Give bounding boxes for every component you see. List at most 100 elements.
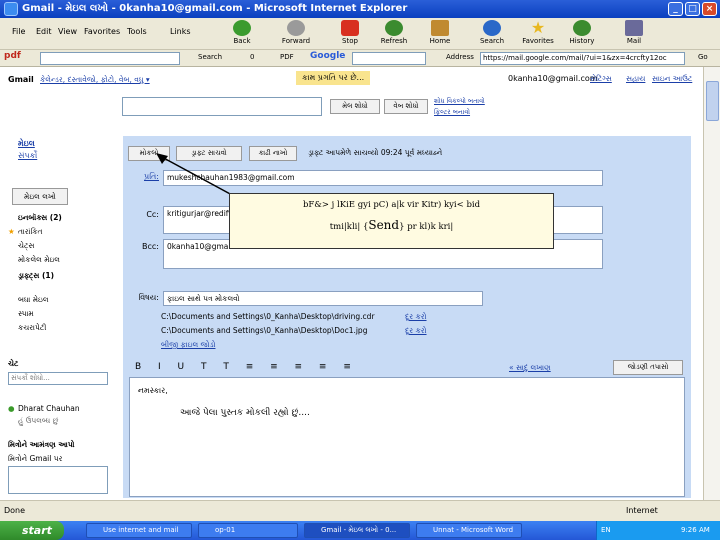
home-button[interactable]: Home	[416, 18, 464, 50]
cc-label: Cc:	[146, 210, 159, 219]
account-email: 0kanha10@gmail.com	[508, 74, 598, 83]
search-options-link[interactable]: શોધ વિકલ્પો બતાવો	[434, 97, 485, 106]
remove-attachment-link[interactable]: દૂર કરો	[405, 312, 427, 322]
chat-contact-name[interactable]: Dharat Chauhan	[18, 404, 80, 413]
loading-indicator: કામ પ્રગતિ પર છે...	[296, 71, 371, 85]
stop-icon	[341, 20, 359, 36]
menu-links[interactable]: Links	[170, 27, 191, 36]
subject-label: વિષય:	[138, 293, 159, 302]
format-toolbar[interactable]: B I U T T ≡ ≡ ≡ ≡ ≡	[135, 362, 358, 372]
pdf-search-input[interactable]	[40, 52, 180, 65]
scrollbar-thumb[interactable]	[706, 81, 719, 121]
address-input[interactable]: https://mail.google.com/mail/?ui=1&zx=4c…	[480, 52, 685, 65]
search-button[interactable]: Search	[468, 18, 516, 50]
folder-inbox[interactable]: ઇનબૉક્સ (2)	[18, 213, 62, 223]
start-button[interactable]: start	[0, 521, 64, 540]
history-button[interactable]: History	[558, 18, 606, 50]
attachment-path: C:\Documents and Settings\0_Kanha\Deskto…	[161, 312, 375, 321]
minimize-button[interactable]: _	[668, 2, 683, 16]
folder-chats[interactable]: ચેટ્સ	[18, 241, 34, 251]
settings-link[interactable]: સેટિંગ્સ	[590, 74, 612, 84]
clock: 9:26 AM	[681, 526, 710, 534]
taskbar-item[interactable]: Gmail - મેઇલ લખો - 0...	[304, 523, 410, 538]
top-nav-links[interactable]: કેલેન્ડર, દસ્તાવેજો, ફોટો, વેબ, વધુ ▾	[40, 75, 150, 85]
go-button[interactable]: Go	[698, 53, 708, 61]
attach-another-file-link[interactable]: બીજી ફાઇલ જોડો	[161, 340, 215, 350]
taskbar-item[interactable]: op-01	[198, 523, 298, 538]
window-titlebar: Gmail - મેઇલ લખો - 0kanha10@gmail.com - …	[0, 0, 720, 18]
chat-search-input[interactable]: સંપર્કો શોધો...	[8, 372, 108, 385]
chat-contact-status: હું ઉપલબ્ધ છું	[18, 416, 59, 425]
compose-mail-button[interactable]: મેઇલ લખો	[12, 188, 68, 205]
chat-title: ચેટ	[8, 359, 19, 368]
search-web-button[interactable]: વેબ શોધો	[384, 99, 428, 114]
plain-text-link[interactable]: « સાદું લખાણ	[509, 363, 551, 373]
windows-taskbar: start Use internet and mail op-01 Gmail …	[0, 521, 720, 540]
mail-icon	[625, 20, 643, 36]
favorites-button[interactable]: ★ Favorites	[514, 18, 562, 50]
subject-field[interactable]: ફાઇલ સાથે પત્ર મોકલવો	[163, 291, 483, 306]
favorites-star-icon: ★	[530, 18, 546, 37]
pdf-search-button[interactable]: Search	[198, 53, 222, 61]
refresh-button[interactable]: Refresh	[370, 18, 418, 50]
maximize-button[interactable]: □	[685, 2, 700, 16]
body-text: આજે પેલા પુસ્તક મોકલી રહ્યો છું....	[180, 408, 310, 418]
gmail-brand: Gmail	[8, 75, 34, 84]
folder-spam[interactable]: સ્પામ	[18, 309, 34, 319]
mail-search-input[interactable]	[122, 97, 322, 116]
star-icon: ★	[8, 227, 15, 236]
mail-button[interactable]: Mail	[610, 18, 658, 50]
language-indicator[interactable]: EN	[601, 526, 611, 534]
callout-line2: tmi|kli| {Send} pr kl)k kri|	[329, 218, 454, 232]
draft-autosave-info: ડ્રાફ્ટ આપમેળે સાચવ્યો 09:24 પૂર્વ મધ્યા…	[308, 148, 443, 157]
message-body-editor[interactable]: નમસ્કાર, આજે પેલા પુસ્તક મોકલી રહ્યો છું…	[129, 377, 685, 497]
folder-trash[interactable]: કચરાપેટી	[18, 323, 46, 333]
folder-drafts[interactable]: ડ્રાફ્ટ્સ (1)	[18, 271, 54, 281]
discard-button[interactable]: કાઢી નાખો	[249, 146, 297, 161]
create-filter-link[interactable]: ફિલ્ટર બનાવો	[434, 108, 470, 117]
bcc-label: Bcc:	[142, 242, 159, 251]
sidebar-mail-link[interactable]: મેઇલ	[18, 139, 35, 149]
folder-sent[interactable]: મોકલેલ મેઇલ	[18, 255, 60, 265]
sidebar-contacts-link[interactable]: સંપર્કો	[18, 151, 37, 161]
body-greeting: નમસ્કાર,	[138, 386, 168, 395]
folder-starred[interactable]: તારાંકિત	[18, 227, 43, 237]
remove-attachment-link[interactable]: દૂર કરો	[405, 326, 427, 336]
history-icon	[573, 20, 591, 36]
menu-file[interactable]: File	[12, 27, 25, 36]
close-window-button[interactable]: ×	[702, 2, 717, 16]
menu-favorites[interactable]: Favorites	[84, 27, 120, 36]
search-mail-button[interactable]: મેલ શોધો	[330, 99, 380, 114]
home-icon	[431, 20, 449, 36]
signout-link[interactable]: સાઇન આઉટ	[652, 74, 692, 84]
search-icon	[483, 20, 501, 36]
google-logo: Google	[310, 51, 346, 61]
menu-tools[interactable]: Tools	[127, 27, 147, 36]
forward-button[interactable]: Forward	[272, 18, 320, 50]
pdf-toolbar-label: pdf	[4, 51, 21, 61]
folder-all-mail[interactable]: બધા મેઇલ	[18, 295, 49, 305]
status-bar: Done Internet	[0, 500, 720, 521]
system-tray: EN 9:26 AM	[596, 521, 720, 540]
menu-view[interactable]: View	[58, 27, 77, 36]
menu-edit[interactable]: Edit	[36, 27, 52, 36]
address-toolbar: pdf Search 0 PDF Google Address https://…	[0, 50, 720, 67]
back-arrow-icon	[233, 20, 251, 36]
pdf-button[interactable]: PDF	[280, 53, 294, 61]
stop-button[interactable]: Stop	[326, 18, 374, 50]
invite-email-input[interactable]	[8, 466, 108, 494]
back-button[interactable]: Back	[218, 18, 266, 50]
instruction-callout: bF&> j lKiE gyi pC) a|k vir Kitr) kyi< b…	[229, 193, 554, 249]
help-link[interactable]: સહાય	[626, 74, 645, 84]
google-search-input[interactable]	[352, 52, 426, 65]
menu-toolbar: File Edit View Favorites Tools Links Bac…	[0, 18, 720, 50]
taskbar-item[interactable]: Unnat - Microsoft Word	[416, 523, 522, 538]
spell-check-button[interactable]: જોડણી તપાસો	[613, 360, 683, 375]
page-scrollbar[interactable]	[703, 67, 720, 500]
zone-indicator: Internet	[626, 506, 658, 515]
address-label: Address	[446, 53, 474, 61]
callout-line1: bF&> j lKiE gyi pC) a|k vir Kitr) kyi< b…	[302, 200, 481, 210]
taskbar-item[interactable]: Use internet and mail	[86, 523, 192, 538]
status-text: Done	[4, 506, 26, 515]
ie-app-icon	[4, 2, 18, 16]
